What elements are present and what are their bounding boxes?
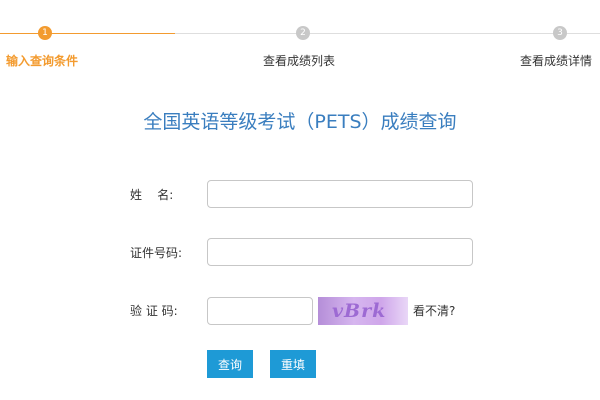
- page-title: 全国英语等级考试（PETS）成绩查询: [143, 111, 457, 133]
- step-3-label: 查看成绩详情: [520, 54, 593, 68]
- progress-line-done: [0, 33, 175, 34]
- step-2-number: 2: [296, 26, 310, 40]
- progress-steps: 1 2 3 输入查询条件 查看成绩列表 查看成绩详情: [0, 0, 600, 80]
- reset-button[interactable]: 重填: [270, 350, 316, 378]
- query-button[interactable]: 查询: [207, 350, 253, 378]
- name-input[interactable]: [207, 180, 473, 208]
- step-1-label: 输入查询条件: [6, 54, 79, 68]
- captcha-image-text: vBrk: [332, 300, 387, 322]
- step-3-number: 3: [553, 26, 567, 40]
- captcha-image[interactable]: vBrk: [318, 297, 408, 325]
- refresh-captcha-link[interactable]: 看不清?: [413, 302, 455, 320]
- captcha-label: 验 证 码:: [130, 304, 178, 318]
- captcha-input[interactable]: [207, 297, 313, 325]
- id-number-input[interactable]: [207, 238, 473, 266]
- id-number-label: 证件号码:: [130, 246, 183, 260]
- step-2-label: 查看成绩列表: [263, 54, 336, 68]
- step-1-number: 1: [38, 26, 52, 40]
- progress-line-pending: [175, 33, 600, 34]
- name-label: 姓 名:: [130, 188, 174, 202]
